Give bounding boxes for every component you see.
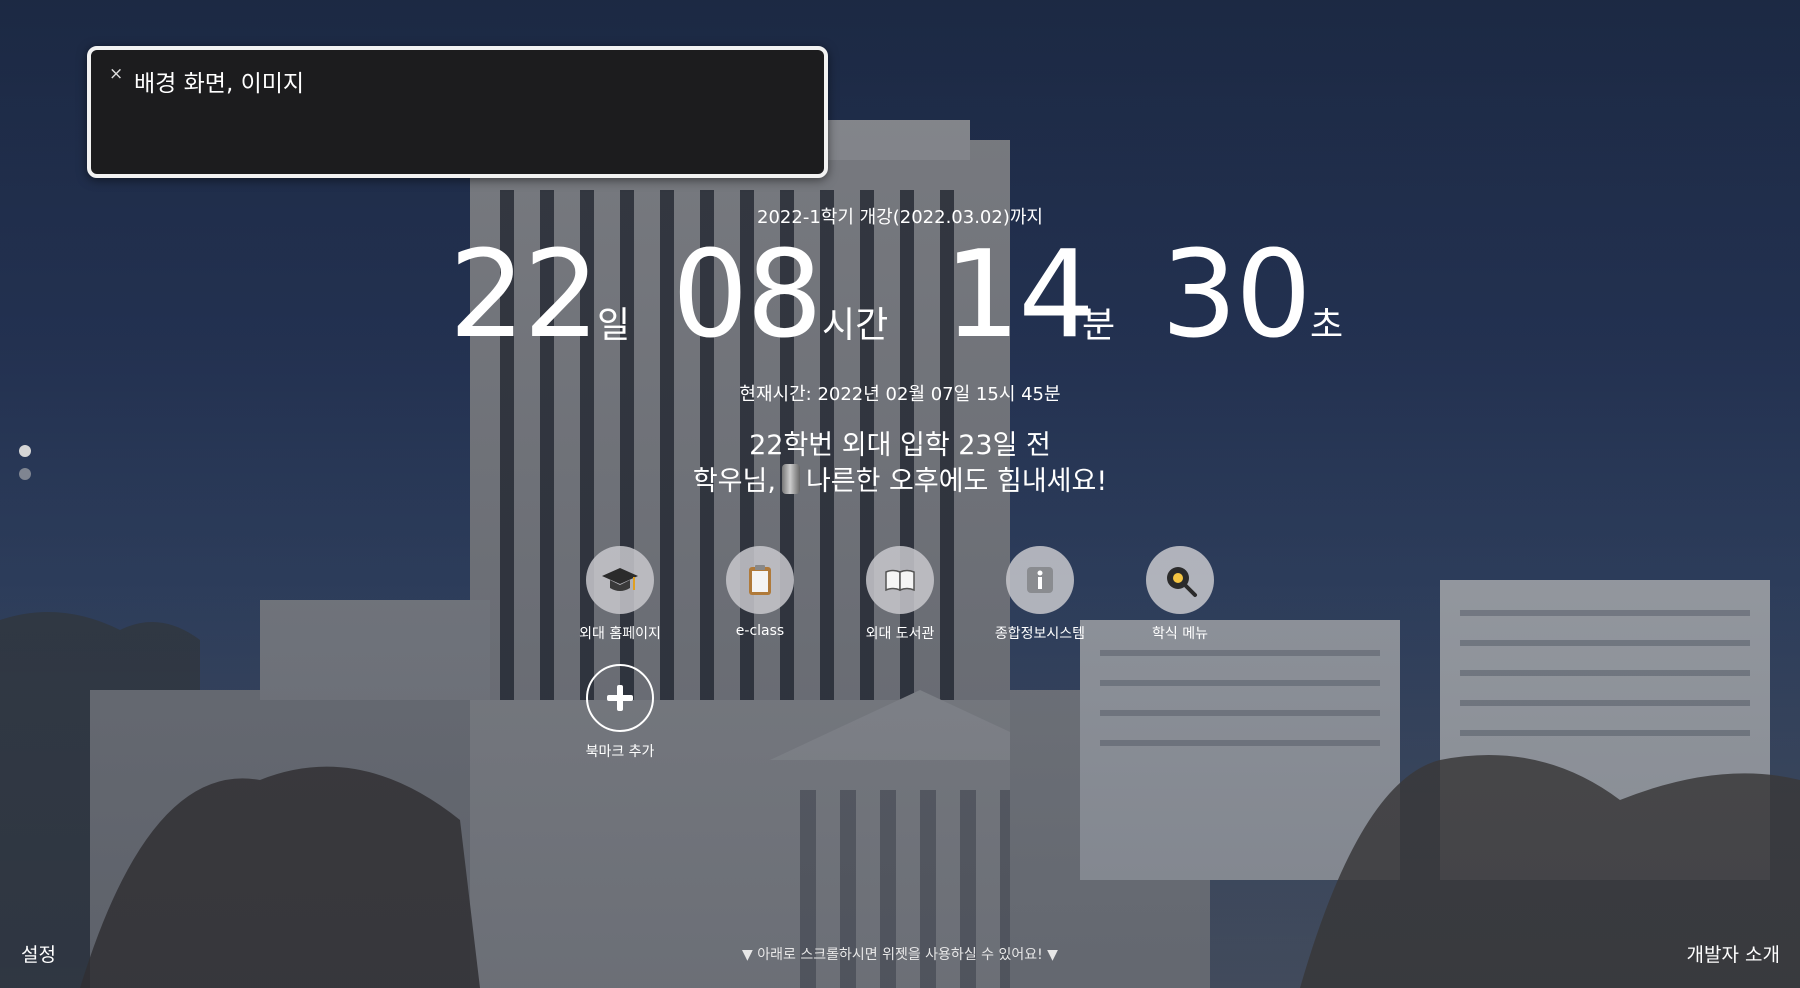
countdown-days-unit: 일 — [597, 305, 631, 346]
close-icon[interactable]: × — [109, 64, 123, 84]
page-dot-active[interactable] — [19, 445, 31, 457]
scroll-hint: ▼ 아래로 스크롤하시면 위젯을 사용하실 수 있어요! ▼ — [742, 947, 1058, 963]
admission-message: 22학번 외대 입학 23일 전 — [749, 430, 1051, 461]
image-tooltip: × 배경 화면, 이미지 — [87, 46, 828, 178]
page-dot[interactable] — [19, 468, 31, 480]
countdown: 22 일 08 시간 14 분 30 초 — [0, 236, 1800, 356]
bookmark-label: e-class — [735, 623, 785, 639]
countdown-seconds-unit: 초 — [1310, 305, 1344, 346]
bookmark-library[interactable]: 외대 도서관 — [835, 546, 965, 643]
greeting-suffix: 나른한 오후에도 힘내세요! — [805, 466, 1108, 497]
frying-pan-icon — [1146, 546, 1214, 614]
info-icon — [1006, 546, 1074, 614]
current-time: 현재시간: 2022년 02월 07일 15시 45분 — [739, 384, 1061, 405]
bookmark-cafeteria-menu[interactable]: 학식 메뉴 — [1115, 546, 1245, 643]
tooltip-text: 배경 화면, 이미지 — [134, 71, 305, 97]
countdown-minutes: 14 — [944, 226, 1095, 365]
battery-icon — [781, 464, 800, 494]
countdown-minutes-unit: 분 — [1082, 305, 1116, 346]
bookmark-hufs-homepage[interactable]: 외대 홈페이지 — [555, 546, 685, 643]
bookmark-label: 학식 메뉴 — [1152, 626, 1208, 642]
clipboard-icon — [726, 546, 794, 614]
greeting-message: 학우님, 나른한 오후에도 힘내세요! — [0, 459, 1800, 498]
countdown-target: 2022-1학기 개강(2022.03.02)까지 — [757, 207, 1043, 228]
bookmark-info-system[interactable]: 종합정보시스템 — [975, 546, 1105, 643]
greeting-prefix: 학우님, — [692, 466, 776, 497]
countdown-hours: 08 — [672, 226, 823, 365]
countdown-days: 22 — [449, 226, 600, 365]
plus-icon — [586, 664, 654, 732]
bookmark-label: 종합정보시스템 — [994, 626, 1086, 642]
graduation-cap-icon — [586, 546, 654, 614]
bookmark-label: 외대 홈페이지 — [579, 626, 661, 642]
page-indicator — [19, 445, 31, 491]
add-bookmark-button[interactable]: 북마크 추가 — [555, 664, 685, 761]
bookmark-eclass[interactable]: e-class — [695, 546, 825, 639]
bookmark-label: 북마크 추가 — [585, 744, 655, 760]
developer-info-button[interactable]: 개발자 소개 — [1687, 940, 1780, 967]
open-book-icon — [866, 546, 934, 614]
bookmark-label: 외대 도서관 — [865, 626, 935, 642]
countdown-hours-unit: 시간 — [822, 305, 889, 346]
countdown-seconds: 30 — [1161, 226, 1312, 365]
